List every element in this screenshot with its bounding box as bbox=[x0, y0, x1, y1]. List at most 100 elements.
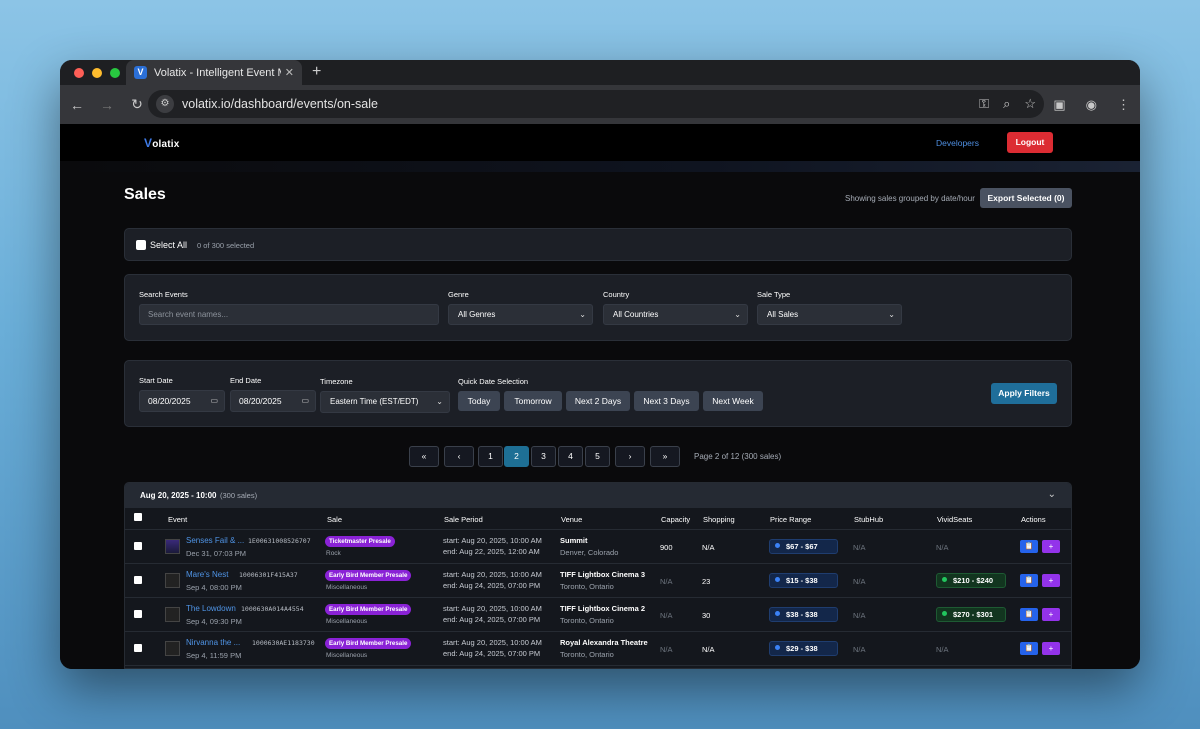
volatix-logo[interactable]: Volatix bbox=[144, 136, 180, 150]
selected-count: 0 of 300 selected bbox=[197, 241, 255, 250]
col-shopping: Shopping bbox=[703, 515, 735, 524]
row-checkbox[interactable] bbox=[134, 542, 142, 550]
page-button-5[interactable]: 5 bbox=[585, 446, 610, 467]
close-tab-icon[interactable]: ✕ bbox=[285, 66, 294, 79]
quick-tomorrow-button[interactable]: Tomorrow bbox=[504, 391, 562, 411]
select-all-label[interactable]: Select All bbox=[150, 240, 187, 250]
window-controls bbox=[74, 68, 120, 78]
tab-title: Volatix - Intelligent Event Mon bbox=[154, 66, 281, 79]
venue-city: Toronto, Ontario bbox=[560, 650, 614, 659]
row-checkbox[interactable] bbox=[134, 644, 142, 652]
group-header[interactable]: Aug 20, 2025 - 10:00 (300 sales) ⌄ bbox=[125, 483, 1071, 508]
filters-panel: Search Events Search event names... Genr… bbox=[124, 274, 1072, 341]
chevron-down-icon[interactable]: ⌄ bbox=[1048, 489, 1056, 500]
genre-select[interactable]: All Genres ⌄ bbox=[448, 304, 593, 325]
maximize-window-button[interactable] bbox=[110, 68, 120, 78]
quick-next-3-days-button[interactable]: Next 3 Days bbox=[634, 391, 699, 411]
last-page-button[interactable]: » bbox=[650, 446, 680, 467]
group-count: (300 sales) bbox=[220, 491, 258, 500]
stubhub-value: N/A bbox=[853, 577, 866, 586]
stubhub-value: N/A bbox=[853, 645, 866, 654]
copy-icon[interactable]: 📋 bbox=[1020, 608, 1038, 621]
copy-icon[interactable]: 📋 bbox=[1020, 540, 1038, 553]
developers-link[interactable]: Developers bbox=[936, 138, 979, 148]
add-button[interactable]: + bbox=[1042, 608, 1060, 621]
table-row: The Lowdown 1000630A014A4554 Sep 4, 09:3… bbox=[125, 598, 1071, 632]
event-link[interactable]: Nirvanna the ... bbox=[186, 638, 240, 647]
price-range-badge: $29 - $38 bbox=[769, 641, 838, 656]
col-capacity: Capacity bbox=[661, 515, 691, 524]
page-button-1[interactable]: 1 bbox=[478, 446, 503, 467]
end-date-label: End Date bbox=[230, 376, 262, 385]
event-link[interactable]: The Lowdown bbox=[186, 604, 236, 613]
chevron-down-icon: ⌄ bbox=[579, 310, 586, 319]
export-selected-button[interactable]: Export Selected (0) bbox=[980, 188, 1072, 208]
table-row: Mare's Nest 10006301F415A37 Sep 4, 08:00… bbox=[125, 564, 1071, 598]
event-link[interactable]: Mare's Nest bbox=[186, 570, 228, 579]
forward-icon[interactable]: → bbox=[92, 97, 122, 113]
zoom-icon[interactable]: ⌕ bbox=[1003, 96, 1010, 112]
sale-type-select[interactable]: All Sales ⌄ bbox=[757, 304, 902, 325]
copy-icon[interactable]: 📋 bbox=[1020, 574, 1038, 587]
dot-icon bbox=[942, 577, 947, 582]
prev-page-button[interactable]: ‹ bbox=[444, 446, 474, 467]
copy-icon[interactable]: 📋 bbox=[1020, 642, 1038, 655]
address-bar[interactable]: ⚙ volatix.io/dashboard/events/on-sale ⚿ … bbox=[148, 90, 1044, 118]
add-button[interactable]: + bbox=[1042, 574, 1060, 587]
close-window-button[interactable] bbox=[74, 68, 84, 78]
venue-city: Toronto, Ontario bbox=[560, 616, 614, 625]
browser-tab[interactable]: V Volatix - Intelligent Event Mon ✕ bbox=[126, 60, 302, 85]
site-settings-icon[interactable]: ⚙ bbox=[156, 95, 174, 113]
sale-end: end: Aug 22, 2025, 12:00 AM bbox=[443, 547, 540, 556]
add-button[interactable]: + bbox=[1042, 540, 1060, 553]
new-tab-icon[interactable]: + bbox=[312, 63, 321, 81]
page-content: Volatix Developers Logout Sales Showing … bbox=[60, 124, 1140, 669]
page-button-3[interactable]: 3 bbox=[531, 446, 556, 467]
add-button[interactable]: + bbox=[1042, 642, 1060, 655]
start-date-input[interactable]: 08/20/2025 ▭ bbox=[139, 390, 225, 412]
shopping-value: 30 bbox=[702, 611, 711, 620]
next-page-button[interactable]: › bbox=[615, 446, 645, 467]
end-date-value: 08/20/2025 bbox=[239, 396, 282, 406]
price-range-value: $67 - $67 bbox=[786, 542, 818, 551]
search-input[interactable]: Search event names... bbox=[139, 304, 439, 325]
event-id: 1000630A014A4554 bbox=[241, 605, 304, 613]
start-date-label: Start Date bbox=[139, 376, 173, 385]
quick-next-2-days-button[interactable]: Next 2 Days bbox=[566, 391, 630, 411]
sale-end: end: Aug 24, 2025, 07:00 PM bbox=[443, 615, 541, 624]
chevron-down-icon: ⌄ bbox=[436, 397, 443, 406]
menu-icon[interactable]: ⋮ bbox=[1117, 97, 1130, 113]
col-price-range: Price Range bbox=[770, 515, 812, 524]
country-select[interactable]: All Countries ⌄ bbox=[603, 304, 748, 325]
calendar-icon[interactable]: ▭ bbox=[301, 391, 309, 411]
venue-name: TIFF Lightbox Cinema 2 bbox=[560, 604, 646, 613]
password-key-icon[interactable]: ⚿ bbox=[979, 96, 989, 112]
event-id: 10006301F415A37 bbox=[239, 571, 298, 579]
back-icon[interactable]: ← bbox=[62, 97, 92, 113]
calendar-icon[interactable]: ▭ bbox=[210, 391, 218, 411]
group-date: Aug 20, 2025 - 10:00 bbox=[140, 491, 217, 500]
end-date-input[interactable]: 08/20/2025 ▭ bbox=[230, 390, 316, 412]
page-button-4[interactable]: 4 bbox=[558, 446, 583, 467]
genre-text: Miscellaneous bbox=[326, 652, 368, 659]
sale-start: start: Aug 20, 2025, 10:00 AM bbox=[443, 638, 542, 647]
page-button-2[interactable]: 2 bbox=[504, 446, 529, 467]
profile-icon[interactable]: ◉ bbox=[1086, 97, 1097, 113]
event-link[interactable]: Senses Fail & ... bbox=[186, 536, 244, 545]
logout-button[interactable]: Logout bbox=[1007, 132, 1053, 153]
row-checkbox[interactable] bbox=[134, 610, 142, 618]
timezone-select[interactable]: Eastern Time (EST/EDT) ⌄ bbox=[320, 391, 450, 413]
minimize-window-button[interactable] bbox=[92, 68, 102, 78]
header-checkbox[interactable] bbox=[134, 513, 142, 521]
row-checkbox[interactable] bbox=[134, 576, 142, 584]
shopping-value: N/A bbox=[702, 543, 715, 552]
apply-filters-button[interactable]: Apply Filters bbox=[991, 383, 1057, 404]
tab-search-icon[interactable]: ▣ bbox=[1053, 97, 1065, 113]
quick-today-button[interactable]: Today bbox=[458, 391, 500, 411]
first-page-button[interactable]: « bbox=[409, 446, 439, 467]
dot-icon bbox=[775, 645, 780, 650]
sale-start: start: Aug 20, 2025, 10:00 AM bbox=[443, 570, 542, 579]
select-all-checkbox[interactable] bbox=[136, 240, 146, 250]
bookmark-star-icon[interactable]: ☆ bbox=[1024, 96, 1036, 112]
quick-next-week-button[interactable]: Next Week bbox=[703, 391, 763, 411]
